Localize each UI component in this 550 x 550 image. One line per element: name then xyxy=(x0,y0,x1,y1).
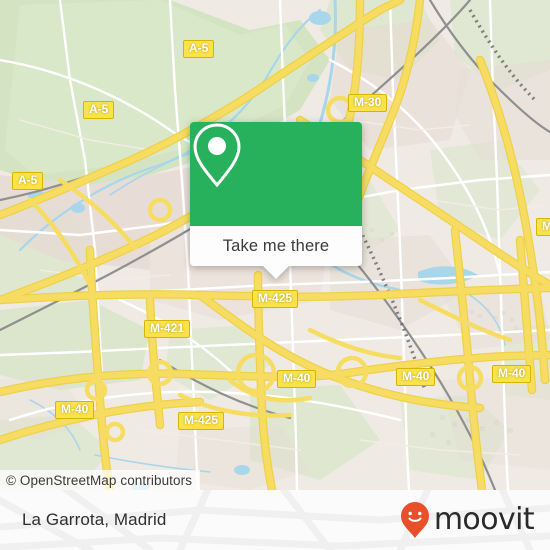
road-shield: M-40 xyxy=(55,401,95,419)
moovit-wordmark: moovit xyxy=(433,502,535,537)
road-shield-label: M-30 xyxy=(354,95,382,109)
take-me-there-label: Take me there xyxy=(222,236,330,255)
callout-pointer-tail xyxy=(263,266,289,279)
road-shield-label: A-5 xyxy=(89,102,109,116)
road-shield: M-425 xyxy=(178,412,225,430)
bottom-info-bar: La Garrota, Madrid moovit xyxy=(0,490,550,550)
moovit-brand-logo[interactable]: moovit xyxy=(400,501,535,539)
road-shield-label: M-40 xyxy=(283,371,311,385)
road-shield-label: M-40 xyxy=(402,369,430,383)
map-pin-icon xyxy=(193,123,241,188)
moovit-location-card: .pk{fill:#cfe3bd} .pk2{fill:#d9e8c9} .ur… xyxy=(0,0,550,550)
road-shield-label: M- xyxy=(542,219,550,233)
road-shield-label: M-40 xyxy=(498,366,526,380)
attribution-text: © OpenStreetMap contributors xyxy=(6,472,193,488)
road-shield: M- xyxy=(536,218,550,236)
map-canvas[interactable]: .pk{fill:#cfe3bd} .pk2{fill:#d9e8c9} .ur… xyxy=(0,0,550,490)
take-me-there-button[interactable]: Take me there xyxy=(190,226,362,266)
road-shield: M-30 xyxy=(348,94,388,112)
road-shield: M-425 xyxy=(252,290,299,308)
callout-green-panel xyxy=(190,122,362,226)
moovit-pin-icon xyxy=(400,502,429,538)
road-shield: M-40 xyxy=(396,368,436,386)
road-shield: A-5 xyxy=(83,101,115,119)
road-shield-label: M-425 xyxy=(258,291,293,305)
road-shield: A-5 xyxy=(183,40,215,58)
road-shield-label: M-421 xyxy=(150,321,185,335)
road-shield-label: A-5 xyxy=(189,41,209,55)
road-shield-label: A-5 xyxy=(18,173,38,187)
road-shield: M-40 xyxy=(277,370,317,388)
road-shield: A-5 xyxy=(12,172,44,190)
place-name-label: La Garrota, Madrid xyxy=(22,510,167,529)
map-attribution[interactable]: © OpenStreetMap contributors xyxy=(0,470,201,490)
road-shield: M-421 xyxy=(144,320,191,338)
road-shield: M-40 xyxy=(492,365,532,383)
road-shield-label: M-425 xyxy=(184,413,219,427)
road-shield-label: M-40 xyxy=(61,402,89,416)
location-callout[interactable]: Take me there xyxy=(190,122,362,279)
